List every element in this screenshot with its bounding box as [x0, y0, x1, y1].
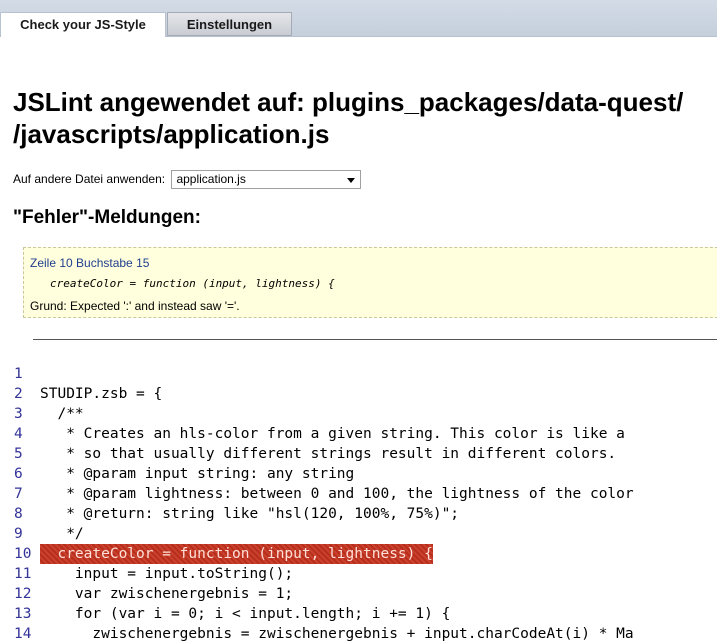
- file-select-value: application.js: [176, 172, 246, 187]
- page-title-line-1: JSLint angewendet auf: plugins_packages/…: [13, 87, 684, 117]
- line-number: 11: [14, 566, 32, 582]
- line-number: 6: [14, 466, 23, 482]
- source-code-listing: 1 2 STUDIP.zsb = {3 /** 4 * Creates an hls-…: [0, 364, 717, 644]
- code-text: var zwischenergebnis = 1;: [40, 586, 294, 602]
- tab-einstellungen[interactable]: Einstellungen: [167, 12, 292, 36]
- line-number: 4: [14, 426, 23, 442]
- code-text: createColor = function (input, lightness…: [40, 544, 433, 564]
- code-line: 9 */: [0, 524, 717, 544]
- file-select-row: Auf andere Datei anwenden: application.j…: [13, 169, 362, 190]
- code-line: 6 * @param input string: any string: [0, 464, 717, 484]
- line-number: 7: [14, 486, 23, 502]
- code-line: 13 for (var i = 0; i < input.length; i +…: [0, 604, 717, 624]
- line-number: 3: [14, 406, 23, 422]
- line-number: 12: [14, 586, 32, 602]
- file-select-label: Auf andere Datei anwenden:: [13, 172, 166, 186]
- code-text: */: [40, 526, 84, 542]
- code-text: zwischenergebnis = zwischenergebnis + in…: [40, 626, 634, 642]
- code-line: 14 zwischenergebnis = zwischenergebnis +…: [0, 624, 717, 644]
- code-line: 1: [0, 364, 717, 384]
- code-line: 7 * @param lightness: between 0 and 100,…: [0, 484, 717, 504]
- line-number: 9: [14, 526, 23, 542]
- tab-check-js-style[interactable]: Check your JS-Style: [0, 12, 166, 37]
- code-line: 10 createColor = function (input, lightn…: [0, 544, 717, 564]
- code-line: 5 * so that usually different strings re…: [0, 444, 717, 464]
- error-code-snippet: createColor = function (input, lightness…: [50, 277, 335, 290]
- code-line: 12 var zwischenergebnis = 1;: [0, 584, 717, 604]
- code-text: /**: [40, 406, 84, 422]
- code-line: 4 * Creates an hls-color from a given st…: [0, 424, 717, 444]
- error-message-box: Zeile 10 Buchstabe 15 createColor = func…: [23, 247, 717, 318]
- errors-heading: "Fehler"-Meldungen:: [13, 207, 201, 228]
- code-text: input = input.toString();: [40, 566, 294, 582]
- code-text: * @param lightness: between 0 and 100, t…: [40, 486, 634, 502]
- line-number: 14: [14, 626, 32, 642]
- code-text: for (var i = 0; i < input.length; i += 1…: [40, 606, 451, 622]
- code-text: * so that usually different strings resu…: [40, 446, 617, 462]
- file-select-dropdown[interactable]: application.js: [171, 170, 362, 190]
- error-position: Zeile 10 Buchstabe 15: [30, 256, 150, 270]
- code-line: 3 /**: [0, 404, 717, 424]
- page-title: JSLint angewendet auf: plugins_packages/…: [13, 86, 717, 150]
- code-line: 8 * @return: string like "hsl(120, 100%,…: [0, 504, 717, 524]
- code-line: 2 STUDIP.zsb = {: [0, 384, 717, 404]
- line-number: 1: [14, 366, 23, 382]
- line-number: 2: [14, 386, 23, 402]
- divider: [33, 339, 717, 340]
- line-number: 8: [14, 506, 23, 522]
- line-number: 10: [14, 546, 32, 562]
- code-text: * @param input string: any string: [40, 466, 355, 482]
- line-number: 13: [14, 606, 32, 622]
- code-text: * @return: string like "hsl(120, 100%, 7…: [40, 506, 460, 522]
- error-reason: Grund: Expected ':' and instead saw '='.: [30, 299, 240, 313]
- code-text: * Creates an hls-color from a given stri…: [40, 426, 625, 442]
- page-title-line-2: /javascripts/application.js: [13, 119, 330, 149]
- tab-bar: Check your JS-Style Einstellungen: [0, 0, 717, 37]
- code-line: 11 input = input.toString();: [0, 564, 717, 584]
- code-text: STUDIP.zsb = {: [40, 386, 163, 402]
- chevron-down-icon: [347, 178, 356, 184]
- line-number: 5: [14, 446, 23, 462]
